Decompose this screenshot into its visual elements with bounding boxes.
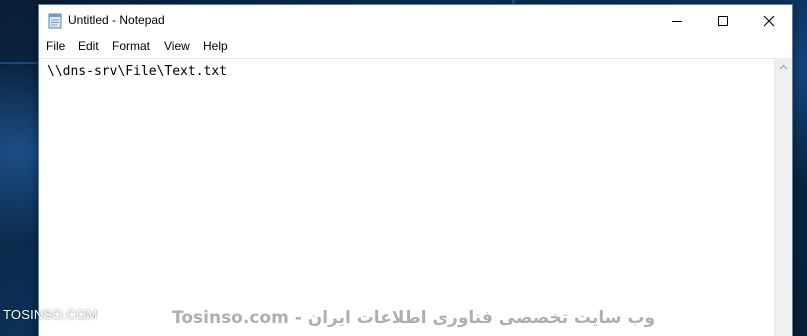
scroll-up-button[interactable] [775,58,792,75]
window-title: Untitled - Notepad [68,13,165,27]
editor-content: \\dns-srv\File\Text.txt [47,64,228,79]
title-bar[interactable]: Untitled - Notepad [39,5,792,36]
desktop-light-streak [0,62,38,64]
text-editor-area[interactable]: \\dns-srv\File\Text.txt [39,58,775,336]
menu-edit[interactable]: Edit [78,39,99,53]
minimize-icon [672,20,682,22]
menu-help[interactable]: Help [203,39,228,53]
menu-format[interactable]: Format [112,39,150,53]
maximize-icon [718,15,728,26]
notepad-window: Untitled - Notepad File Edit Format View… [38,4,793,336]
menu-view[interactable]: View [164,39,190,53]
close-button[interactable] [746,5,792,36]
close-icon [763,15,775,26]
maximize-button[interactable] [700,5,746,36]
watermark-site-name: TOSINSO.COM [3,307,98,322]
chevron-up-icon [779,64,788,69]
vertical-scrollbar[interactable] [774,58,792,336]
menu-bar: File Edit Format View Help [39,36,792,58]
watermark-banner: Tosinso.com - وب سایت تخصصی فناوری اطلاع… [172,308,656,328]
notepad-icon [48,13,62,29]
minimize-button[interactable] [654,5,700,36]
menu-file[interactable]: File [46,39,65,53]
